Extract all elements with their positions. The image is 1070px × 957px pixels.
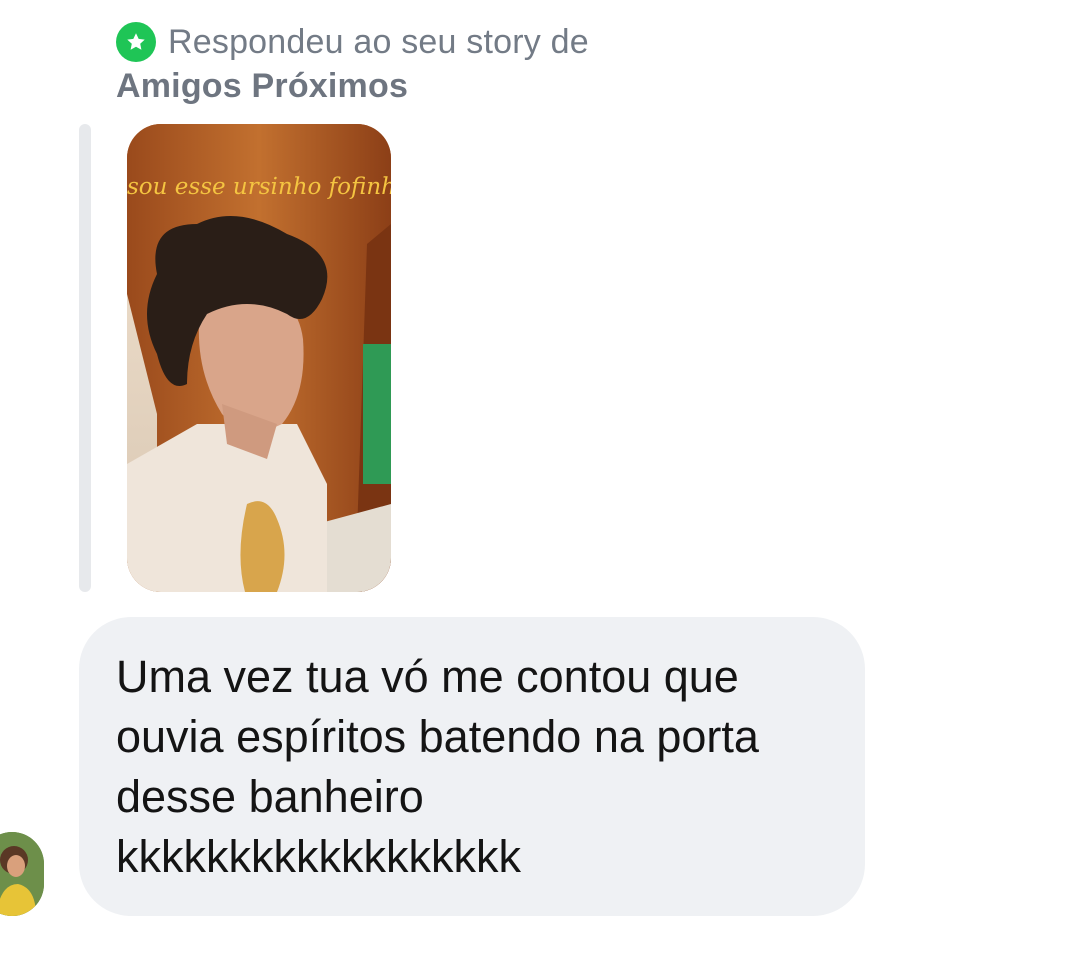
star-icon xyxy=(116,22,156,62)
story-thumbnail[interactable]: sou esse ursinho fofinho xyxy=(127,124,391,592)
message-text: Uma vez tua vó me contou que ouvia espír… xyxy=(116,651,759,882)
reply-line: Respondeu ao seu story de xyxy=(116,20,816,64)
message-bubble[interactable]: Uma vez tua vó me contou que ouvia espír… xyxy=(79,617,865,916)
story-reply-header: Respondeu ao seu story de Amigos Próximo… xyxy=(116,20,816,108)
sender-avatar[interactable] xyxy=(0,832,44,916)
close-friends-label: Amigos Próximos xyxy=(116,67,409,105)
quote-bar xyxy=(79,124,91,592)
reply-label: Respondeu ao seu story de xyxy=(168,22,589,61)
story-caption: sou esse ursinho fofinho xyxy=(127,174,391,200)
